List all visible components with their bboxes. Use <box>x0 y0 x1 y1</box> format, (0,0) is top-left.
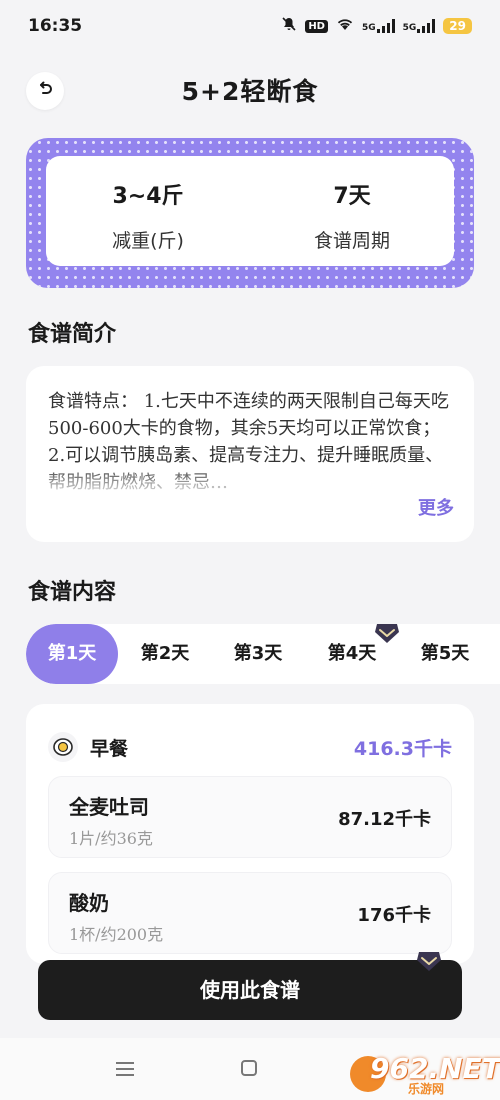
status-bar: 16:35 HD 5G 5G 29 <box>0 0 500 56</box>
period-value: 7天 <box>333 184 371 209</box>
food-name: 酸奶 <box>69 891 109 915</box>
intro-fade <box>26 466 474 506</box>
weight-value: 3~4斤 <box>112 184 184 209</box>
food-name: 全麦吐司 <box>69 795 149 819</box>
intro-title: 食谱简介 <box>28 322 117 347</box>
watermark-sub: 乐游网 <box>408 1082 445 1096</box>
vip-diamond-icon <box>374 622 400 644</box>
tab-day-5[interactable]: 第5天 <box>399 624 491 684</box>
meal-header: 早餐 <box>48 732 128 762</box>
summary-inner: 3~4斤 减重(斤) 7天 食谱周期 <box>46 156 454 266</box>
page-title: 5+2轻断食 <box>181 77 319 106</box>
day-tabs: 第1天 第2天 第3天 第4天 第5天 <box>26 624 500 684</box>
food-kcal: 87.12千卡 <box>338 809 431 830</box>
food-portion: 1杯/约200克 <box>69 925 164 944</box>
intro-card: 食谱特点： 1.七天中不连续的两天限制自己每天吃500-600大卡的食物，其余5… <box>26 366 474 542</box>
signal-icon-2: 5G <box>403 19 436 33</box>
hd-badge: HD <box>305 19 328 33</box>
food-row[interactable]: 全麦吐司 1片/约36克 87.12千卡 <box>48 776 452 858</box>
home-icon[interactable] <box>241 1060 257 1076</box>
content-title: 食谱内容 <box>28 580 117 605</box>
period-label: 食谱周期 <box>313 230 390 252</box>
tab-day-2[interactable]: 第2天 <box>119 624 211 684</box>
vip-diamond-icon <box>416 950 442 972</box>
meal-card: 早餐 416.3千卡 全麦吐司 1片/约36克 87.12千卡 酸奶 1杯/约2… <box>26 704 474 964</box>
back-button[interactable] <box>26 72 64 110</box>
summary-card: 3~4斤 减重(斤) 7天 食谱周期 <box>26 138 474 288</box>
period-stat: 7天 食谱周期 <box>250 156 454 266</box>
status-time: 16:35 <box>28 16 83 36</box>
watermark-logo: 962.NET 乐游网 <box>350 1050 500 1096</box>
tab-day-1[interactable]: 第1天 <box>26 624 118 684</box>
menu-icon[interactable] <box>116 1062 134 1080</box>
weight-stat: 3~4斤 减重(斤) <box>46 156 250 266</box>
wifi-icon <box>336 17 354 35</box>
food-portion: 1片/约36克 <box>69 829 153 848</box>
meal-name: 早餐 <box>90 737 129 760</box>
signal-icon: 5G <box>362 19 395 33</box>
more-link[interactable]: 更多 <box>418 494 454 520</box>
food-row[interactable]: 酸奶 1杯/约200克 176千卡 <box>48 872 452 954</box>
back-icon <box>36 80 54 102</box>
meal-kcal: 416.3千卡 <box>353 738 452 760</box>
tab-day-3[interactable]: 第3天 <box>212 624 304 684</box>
use-recipe-button[interactable]: 使用此食谱 <box>38 960 462 1020</box>
battery-icon: 29 <box>443 18 472 34</box>
status-icons: HD 5G 5G 29 <box>281 16 472 36</box>
mute-icon <box>281 16 297 36</box>
egg-icon <box>48 732 78 762</box>
food-kcal: 176千卡 <box>357 905 431 926</box>
weight-label: 减重(斤) <box>112 230 184 252</box>
